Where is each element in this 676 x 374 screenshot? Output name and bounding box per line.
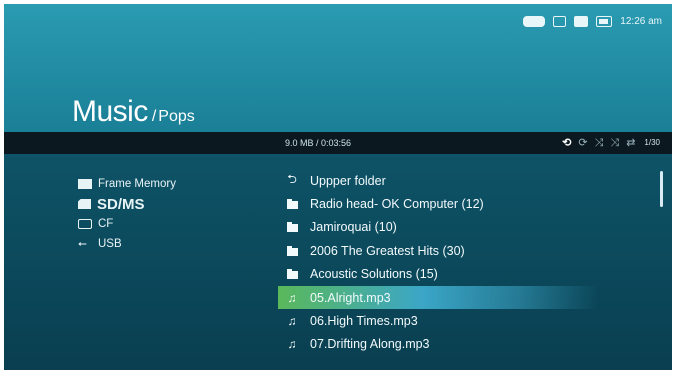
source-label: Frame Memory [98,178,176,190]
music-browser-screen: 12:26 am Music / Pops 9.0 MB / 0:03:56 ⟲ ⟳… [4,4,672,370]
source-label: CF [98,218,114,230]
info-bar: 9.0 MB / 0:03:56 ⟲ ⟳ ⤨ ⤨ ⇄ 1/30 [4,132,672,154]
source-label: USB [98,238,122,250]
list-item-label: 06.High Times.mp3 [310,314,418,329]
list-item-track[interactable]: ♫ 07.Drifting Along.mp3 [278,333,598,356]
header: 12:26 am Music / Pops [4,4,672,132]
usb-icon: ⭠ [78,238,87,250]
music-note-icon: ♫ [287,314,297,329]
page-title: Music / Pops [72,95,195,129]
source-label: SD/MS [97,195,145,213]
track-count: 1/30 [644,138,660,147]
cf-card-icon [78,219,92,229]
list-item-selected-track[interactable]: ♫ 05.Alright.mp3 [278,285,598,310]
clock: 12:26 am [620,16,662,27]
scrollbar[interactable] [660,171,663,207]
list-item-label: 2006 The Greatest Hits (30) [310,243,465,258]
repeat-off-icon[interactable]: ⇄ [626,137,635,149]
file-info: 9.0 MB / 0:03:56 [285,138,352,148]
sd-card-icon [78,199,91,209]
browser-body: Frame Memory SD/MS CF ⭠ USB ⮌ Uppper fol… [4,154,672,370]
upper-folder-icon: ⮌ [287,172,297,187]
music-note-icon: ♫ [287,337,297,352]
list-item-label: 05.Alright.mp3 [310,290,391,305]
source-list: Frame Memory SD/MS CF ⭠ USB [78,174,176,254]
list-item-track[interactable]: ♫ 06.High Times.mp3 [278,309,598,332]
frame-memory-icon [78,179,92,189]
list-item-label: Uppper folder [310,173,386,188]
list-item-upper-folder[interactable]: ⮌ Uppper folder [278,169,598,192]
list-item-label: Jamiroquai (10) [310,220,397,235]
title-separator: / [151,108,157,125]
folder-icon [285,267,299,281]
file-list: ⮌ Uppper folder Radio head- OK Computer … [278,169,598,356]
connection-icon [523,16,546,27]
source-usb[interactable]: ⭠ USB [78,234,176,254]
repeat-all-icon[interactable]: ⟲ [562,137,571,149]
title-main: Music [72,95,148,128]
shuffle-off-icon[interactable]: ⤨ [610,137,619,149]
list-item-label: Acoustic Solutions (15) [310,267,438,282]
list-item-label: 07.Drifting Along.mp3 [310,337,430,352]
folder-icon [285,220,299,234]
list-item-folder[interactable]: 2006 The Greatest Hits (30) [278,239,598,262]
folder-icon [285,197,299,211]
title-sub: Pops [158,108,195,125]
list-item-folder[interactable]: Acoustic Solutions (15) [278,263,598,286]
source-frame-memory[interactable]: Frame Memory [78,174,176,194]
list-item-folder[interactable]: Radio head- OK Computer (12) [278,192,598,215]
folder-icon [285,244,299,258]
card-icon [553,16,567,27]
shuffle-icon[interactable]: ⤨ [595,137,604,149]
source-cf[interactable]: CF [78,214,176,234]
repeat-one-icon[interactable]: ⟳ [578,137,587,149]
status-bar: 12:26 am [523,16,662,27]
sd-card-icon [574,16,589,27]
list-item-folder[interactable]: Jamiroquai (10) [278,216,598,239]
battery-icon [596,16,613,27]
music-note-icon: ♫ [287,290,297,305]
playback-controls: ⟲ ⟳ ⤨ ⤨ ⇄ 1/30 [562,137,660,149]
list-item-label: Radio head- OK Computer (12) [310,197,484,212]
source-sd-ms[interactable]: SD/MS [78,194,176,214]
